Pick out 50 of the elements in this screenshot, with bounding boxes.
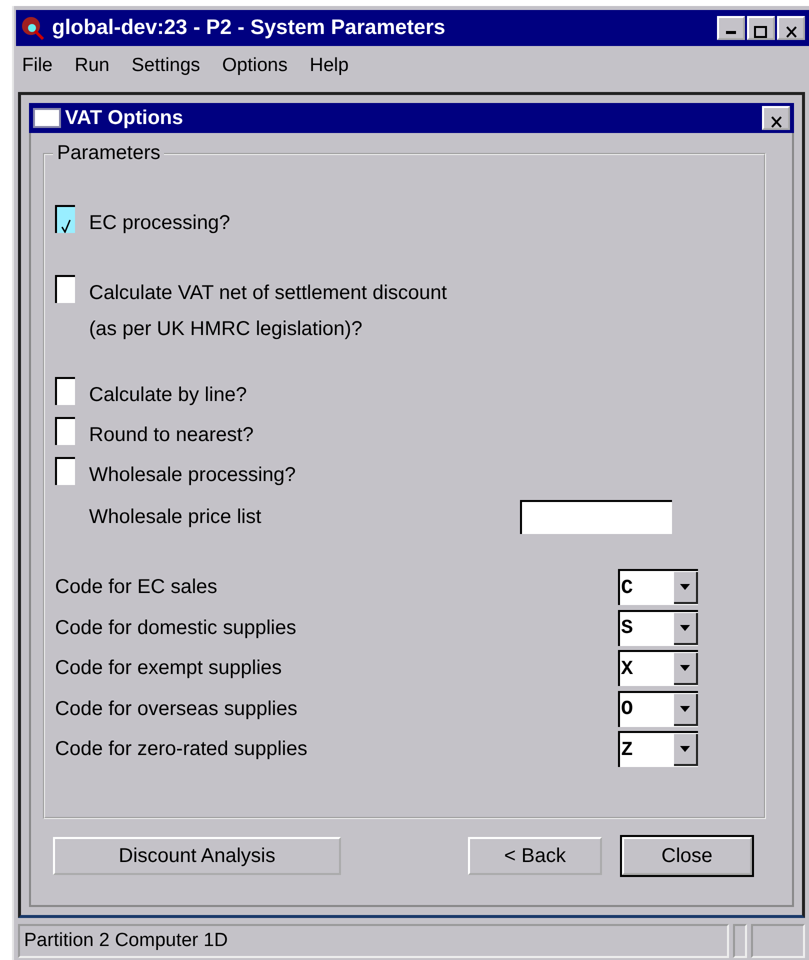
maximize-icon	[754, 26, 768, 38]
dialog-title: VAT Options	[65, 106, 184, 130]
menu-item[interactable]: Options	[222, 55, 288, 77]
window-title: global-dev:23 - P2 - System Parameters	[52, 16, 446, 40]
field-label: Code for zero-rated supplies	[55, 737, 308, 762]
checkbox-label: Wholesale processing?	[89, 463, 296, 488]
dropdown-arrow-icon	[680, 665, 690, 672]
code-dropdown[interactable]: S	[618, 610, 698, 646]
checkbox-label: Calculate VAT net of settlement discount	[89, 281, 447, 306]
dropdown-arrow-icon	[680, 746, 690, 752]
minimize-button[interactable]	[717, 16, 745, 40]
dropdown-arrow-icon	[680, 706, 690, 712]
code-dropdown[interactable]: O	[618, 690, 698, 727]
code-dropdown[interactable]: X	[618, 650, 698, 686]
checkbox[interactable]	[55, 417, 75, 445]
dropdown-arrow-icon	[680, 584, 690, 590]
menu-item[interactable]: File	[22, 55, 53, 77]
checkbox-label: EC processing?	[89, 211, 230, 236]
minimize-icon	[726, 30, 736, 34]
field-label: Code for overseas supplies	[55, 696, 298, 722]
field-label: Code for exempt supplies	[55, 656, 282, 682]
close-button[interactable]	[762, 106, 790, 130]
globe-magnifier-icon	[20, 15, 46, 41]
checkbox[interactable]	[55, 205, 75, 233]
checkbox[interactable]	[55, 377, 75, 405]
code-dropdown[interactable]: C	[618, 569, 698, 606]
input-field[interactable]	[520, 500, 672, 534]
checkbox[interactable]	[55, 457, 75, 485]
menu-item[interactable]: Settings	[131, 55, 200, 77]
status-text: Partition 2 Computer 1D	[18, 924, 729, 958]
dialog-button[interactable]: Close	[622, 837, 752, 875]
menu-item[interactable]: Help	[310, 55, 349, 77]
checkbox-label: Round to nearest?	[89, 423, 254, 448]
checkbox[interactable]	[55, 275, 75, 303]
checkbox-label: Calculate by line?	[89, 383, 247, 408]
close-icon	[784, 26, 798, 38]
check-icon	[61, 219, 71, 233]
field-label: Code for domestic supplies	[55, 616, 296, 641]
field-label: Wholesale price list	[89, 505, 262, 530]
field-label: Code for EC sales	[55, 575, 218, 600]
menu-item[interactable]: Run	[74, 55, 110, 77]
window-icon	[33, 108, 61, 128]
dropdown-arrow-icon	[680, 624, 690, 631]
close-button[interactable]	[777, 16, 805, 40]
dialog-button[interactable]: < Back	[468, 837, 602, 875]
checkbox-note: (as per UK HMRC legislation)?	[89, 317, 364, 342]
dialog-button[interactable]: Discount Analysis	[53, 837, 341, 875]
maximize-button[interactable]	[747, 16, 775, 40]
code-dropdown[interactable]: Z	[618, 731, 698, 768]
close-icon	[770, 116, 782, 128]
